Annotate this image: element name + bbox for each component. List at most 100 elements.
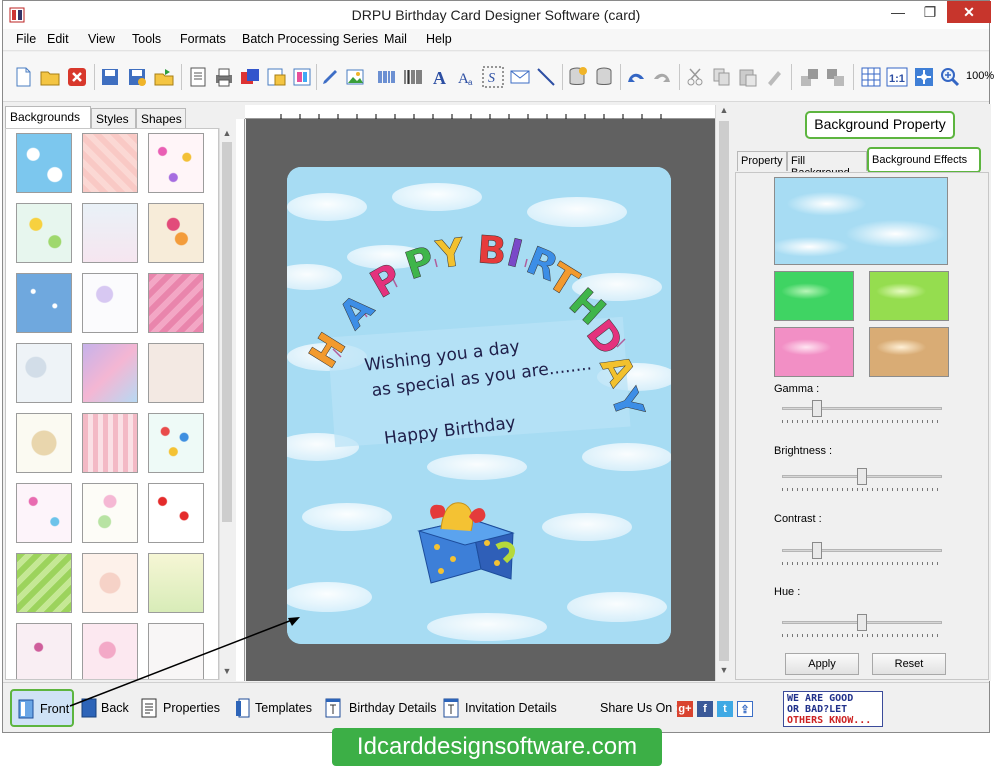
gamma-slider-knob[interactable]	[812, 400, 822, 417]
symbol-tool-icon[interactable]: S	[482, 66, 504, 88]
background-thumbnail[interactable]	[82, 553, 138, 613]
menu-formats[interactable]: Formats	[180, 32, 226, 46]
cut-icon[interactable]	[685, 66, 707, 88]
background-thumbnail[interactable]	[82, 623, 138, 679]
database-icon[interactable]	[593, 66, 615, 88]
maximize-button[interactable]: ❐	[915, 1, 945, 23]
background-thumbnail[interactable]	[16, 623, 72, 679]
effect-preview-green[interactable]	[774, 271, 854, 321]
zoom-in-icon[interactable]	[939, 66, 961, 88]
menu-edit[interactable]: Edit	[47, 32, 69, 46]
front-button[interactable]: Front	[10, 689, 74, 727]
canvas-scrollbar[interactable]: ▲ ▼	[715, 105, 731, 681]
save-as-icon[interactable]	[126, 66, 148, 88]
grid-icon[interactable]	[860, 66, 882, 88]
invitation-details-button[interactable]: Invitation Details	[441, 683, 559, 733]
background-thumbnail[interactable]	[148, 483, 204, 543]
scroll-thumb[interactable]	[719, 121, 729, 661]
scroll-up-icon[interactable]: ▲	[220, 128, 234, 142]
background-thumbnail[interactable]	[16, 203, 72, 263]
background-thumbnail[interactable]	[16, 483, 72, 543]
minimize-button[interactable]: —	[883, 1, 913, 23]
background-thumbnail[interactable]	[148, 273, 204, 333]
barcode-icon[interactable]	[376, 66, 398, 88]
background-thumbnail[interactable]	[148, 413, 204, 473]
brightness-slider-knob[interactable]	[857, 468, 867, 485]
background-thumbnail[interactable]	[82, 483, 138, 543]
copy-design-icon[interactable]	[239, 66, 261, 88]
effect-preview-pink[interactable]	[774, 327, 854, 377]
bring-forward-icon[interactable]	[799, 66, 821, 88]
birthday-card[interactable]: H A P P Y B I R T H D A Y	[287, 167, 671, 644]
share-icon[interactable]: ⇪	[737, 701, 753, 717]
tab-property[interactable]: Property	[737, 151, 787, 171]
barcode-alt-icon[interactable]	[402, 66, 424, 88]
undo-icon[interactable]	[625, 66, 647, 88]
scroll-down-icon[interactable]: ▼	[717, 665, 731, 679]
background-thumbnail[interactable]	[16, 133, 72, 193]
tab-shapes[interactable]: Shapes	[136, 108, 186, 128]
twitter-icon[interactable]: t	[717, 701, 733, 717]
apply-button[interactable]: Apply	[785, 653, 859, 675]
scroll-thumb[interactable]	[222, 142, 232, 522]
close-document-icon[interactable]	[66, 66, 88, 88]
contrast-slider-knob[interactable]	[812, 542, 822, 559]
line-tool-icon[interactable]	[535, 66, 557, 88]
tab-backgrounds[interactable]: Backgrounds	[5, 106, 91, 128]
card-properties-icon[interactable]	[291, 66, 313, 88]
hue-slider-knob[interactable]	[857, 614, 867, 631]
google-plus-icon[interactable]: g+	[677, 701, 693, 717]
copy-icon[interactable]	[711, 66, 733, 88]
tab-background-effects[interactable]: Background Effects	[867, 147, 981, 173]
open-folder-icon[interactable]	[39, 66, 61, 88]
actual-size-icon[interactable]: 1:1	[886, 66, 908, 88]
tab-fill-background[interactable]: Fill Background	[787, 151, 867, 179]
background-thumbnail[interactable]	[148, 553, 204, 613]
delete-icon[interactable]	[763, 66, 785, 88]
database-add-icon[interactable]	[567, 66, 589, 88]
thumbnail-scrollbar[interactable]: ▲ ▼	[219, 128, 233, 680]
background-thumbnail[interactable]	[16, 413, 72, 473]
templates-button[interactable]: Templates	[233, 683, 317, 733]
print-preview-icon[interactable]	[265, 66, 287, 88]
fit-to-window-icon[interactable]	[913, 66, 935, 88]
background-thumbnail[interactable]	[82, 413, 138, 473]
tab-styles[interactable]: Styles	[91, 108, 136, 128]
redo-icon[interactable]	[651, 66, 673, 88]
menu-tools[interactable]: Tools	[132, 32, 161, 46]
brightness-slider[interactable]	[782, 467, 942, 491]
effect-preview-tan[interactable]	[869, 327, 949, 377]
properties-button[interactable]: Properties	[139, 683, 225, 733]
word-art-icon[interactable]: Aa	[455, 66, 477, 88]
contrast-slider[interactable]	[782, 541, 942, 565]
reset-button[interactable]: Reset	[872, 653, 946, 675]
feedback-banner[interactable]: WE ARE GOOD OR BAD?LET OTHERS KNOW...	[783, 691, 883, 727]
menu-help[interactable]: Help	[426, 32, 452, 46]
insert-image-icon[interactable]	[345, 66, 367, 88]
page-setup-icon[interactable]	[187, 66, 209, 88]
facebook-icon[interactable]: f	[697, 701, 713, 717]
background-thumbnail[interactable]	[82, 273, 138, 333]
background-thumbnail[interactable]	[148, 343, 204, 403]
send-backward-icon[interactable]	[825, 66, 847, 88]
scroll-down-icon[interactable]: ▼	[220, 666, 234, 680]
hue-slider[interactable]	[782, 613, 942, 637]
pen-tool-icon[interactable]	[319, 66, 341, 88]
background-thumbnail[interactable]	[16, 343, 72, 403]
save-icon[interactable]	[99, 66, 121, 88]
birthday-details-button[interactable]: Birthday Details	[323, 683, 437, 733]
effect-preview-lime[interactable]	[869, 271, 949, 321]
new-file-icon[interactable]	[12, 66, 34, 88]
close-button[interactable]: ✕	[947, 1, 991, 23]
background-thumbnail[interactable]	[148, 203, 204, 263]
menu-view[interactable]: View	[88, 32, 115, 46]
background-thumbnail[interactable]	[16, 273, 72, 333]
background-thumbnail[interactable]	[82, 343, 138, 403]
menu-file[interactable]: File	[16, 32, 36, 46]
background-thumbnail[interactable]	[148, 133, 204, 193]
website-banner[interactable]: Idcarddesignsoftware.com	[332, 728, 662, 766]
export-icon[interactable]	[153, 66, 175, 88]
scroll-up-icon[interactable]: ▲	[717, 105, 731, 119]
background-thumbnail[interactable]	[148, 623, 204, 679]
back-button[interactable]: Back	[79, 683, 133, 733]
